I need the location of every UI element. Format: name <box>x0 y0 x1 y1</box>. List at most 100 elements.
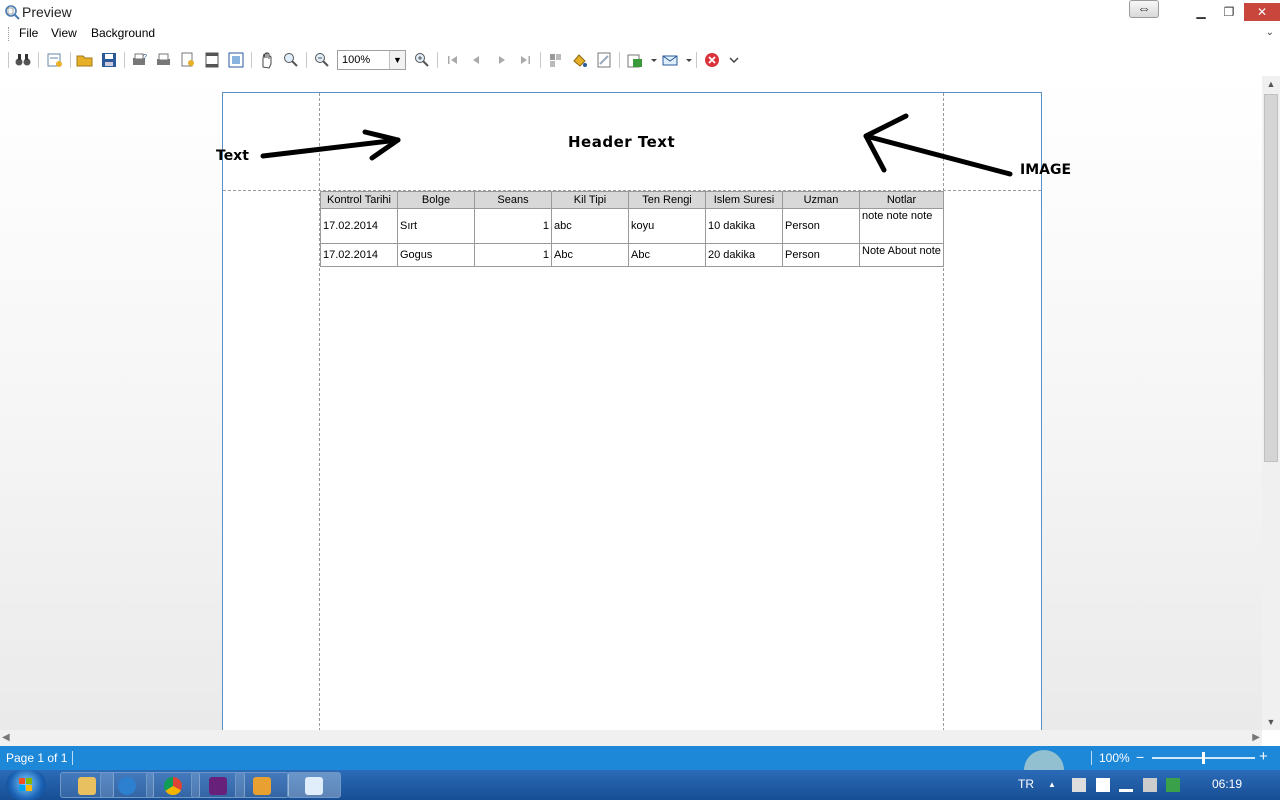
minimize-button[interactable]: ▁ <box>1188 3 1214 21</box>
chevron-down-icon[interactable]: ▼ <box>389 51 405 69</box>
taskbar: TR ▲ 06:19 <box>0 770 1280 800</box>
watermark-icon[interactable] <box>595 51 613 69</box>
email-icon[interactable] <box>661 51 679 69</box>
horizontal-scrollbar[interactable]: ◀ ▶ <box>0 730 1262 746</box>
table-cell: Abc <box>551 243 629 267</box>
chevron-down-icon[interactable]: ⌄ <box>1266 27 1274 38</box>
zoom-slider-thumb[interactable] <box>1202 752 1205 764</box>
column-header: Kontrol Tarihi <box>320 191 398 209</box>
table-cell: Abc <box>628 243 706 267</box>
table-cell: Person <box>782 208 860 244</box>
signal-icon[interactable] <box>1119 778 1133 792</box>
page-setup-icon[interactable] <box>179 51 197 69</box>
margin-guide-left <box>319 93 320 730</box>
app-icon <box>253 777 271 795</box>
table-cell: 10 dakika <box>705 208 783 244</box>
save-icon[interactable] <box>100 51 118 69</box>
volume-muted-icon[interactable] <box>1143 778 1157 792</box>
multiple-pages-icon[interactable] <box>547 51 565 69</box>
column-header: Bolge <box>397 191 475 209</box>
zoom-plus-button[interactable]: + <box>1259 748 1268 765</box>
status-separator <box>72 751 73 765</box>
close-button[interactable]: ✕ <box>1244 3 1280 21</box>
teamviewer-icon <box>118 777 136 795</box>
customize-icon[interactable] <box>46 51 64 69</box>
scroll-left-icon[interactable]: ◀ <box>2 730 10 746</box>
clock[interactable]: 06:19 <box>1212 777 1242 791</box>
export-icon[interactable] <box>626 51 644 69</box>
print-dialog-icon[interactable]: ? <box>131 51 149 69</box>
magnifier-icon[interactable] <box>282 51 300 69</box>
first-page-icon[interactable] <box>444 51 462 69</box>
preview-app-icon <box>4 4 20 20</box>
column-header: Uzman <box>782 191 860 209</box>
zoom-out-icon[interactable] <box>313 51 331 69</box>
table-header-row: Kontrol Tarihi Bolge Seans Kil Tipi Ten … <box>320 191 944 209</box>
column-header: Kil Tipi <box>551 191 629 209</box>
scroll-down-icon[interactable]: ▼ <box>1262 714 1280 730</box>
hand-tool-icon[interactable] <box>258 51 276 69</box>
print-icon[interactable] <box>155 51 173 69</box>
toolbar-separator <box>38 52 39 68</box>
column-header: Notlar <box>859 191 944 209</box>
scroll-thumb[interactable] <box>1264 94 1278 462</box>
table-cell: 17.02.2014 <box>320 243 398 267</box>
table-row: 17.02.2014 Gogus 1 Abc Abc 20 dakika Per… <box>320 243 944 267</box>
vertical-scrollbar[interactable]: ▲ ▼ <box>1262 76 1280 730</box>
table-cell: Sırt <box>397 208 475 244</box>
preview-icon <box>305 777 323 795</box>
find-icon[interactable] <box>14 51 32 69</box>
network-error-icon[interactable] <box>1072 778 1086 792</box>
last-page-icon[interactable] <box>516 51 534 69</box>
email-dropdown-icon[interactable] <box>680 51 692 69</box>
menu-background[interactable]: Background <box>91 26 155 40</box>
toolbar-separator <box>619 52 620 68</box>
margin-guide-right <box>943 93 944 730</box>
toolbar: ? 100% ▼ <box>0 46 1280 74</box>
toolbar-grip <box>8 52 9 68</box>
annotation-text-label: Text <box>216 148 249 164</box>
annotation-image-label: IMAGE <box>1020 162 1072 178</box>
menu-bar: File View Background ⌄ <box>0 24 1280 44</box>
report-header-text: Header Text <box>568 133 676 151</box>
report-page: Header Text Kontrol Tarihi Bolge Seans K… <box>222 92 1042 730</box>
zoom-percent: 100% <box>1099 751 1130 765</box>
table-cell: 20 dakika <box>705 243 783 267</box>
zoom-minus-button[interactable]: − <box>1136 749 1144 765</box>
background-color-icon[interactable] <box>571 51 589 69</box>
device-icon[interactable] <box>1096 778 1110 792</box>
table-cell: Note About note <box>859 243 944 267</box>
menu-file[interactable]: File <box>19 26 38 40</box>
title-bar: Preview ⇔ ▁ ❐ ✕ <box>0 0 1280 24</box>
previous-page-icon[interactable] <box>468 51 486 69</box>
open-folder-icon[interactable] <box>76 51 94 69</box>
toolbar-separator <box>696 52 697 68</box>
table-row: 17.02.2014 Sırt 1 abc koyu 10 dakika Per… <box>320 208 944 244</box>
scale-icon[interactable] <box>227 51 245 69</box>
restore-handle-icon[interactable]: ⇔ <box>1129 0 1159 18</box>
google-drive-icon[interactable] <box>1166 778 1180 792</box>
scroll-up-icon[interactable]: ▲ <box>1262 76 1280 92</box>
language-indicator[interactable]: TR <box>1018 777 1034 791</box>
chevron-down-icon[interactable] <box>725 51 739 69</box>
zoom-in-icon[interactable] <box>413 51 431 69</box>
table-cell: 1 <box>474 243 552 267</box>
scroll-right-icon[interactable]: ▶ <box>1252 730 1260 746</box>
menu-view[interactable]: View <box>51 26 77 40</box>
taskbar-app[interactable] <box>235 772 289 798</box>
toolbar-separator <box>437 52 438 68</box>
header-footer-icon[interactable] <box>203 51 221 69</box>
close-preview-icon[interactable] <box>703 51 721 69</box>
maximize-button[interactable]: ❐ <box>1216 3 1242 21</box>
preview-area[interactable]: Header Text Kontrol Tarihi Bolge Seans K… <box>0 76 1262 730</box>
toolbar-separator <box>540 52 541 68</box>
zoom-select[interactable]: 100% ▼ <box>337 50 406 70</box>
toolbar-separator <box>124 52 125 68</box>
page-info: Page 1 of 1 <box>6 751 68 765</box>
export-dropdown-icon[interactable] <box>645 51 657 69</box>
start-button[interactable] <box>6 770 46 800</box>
taskbar-preview[interactable] <box>287 772 341 798</box>
table-cell: abc <box>551 208 629 244</box>
next-page-icon[interactable] <box>492 51 510 69</box>
tray-expand-icon[interactable]: ▲ <box>1048 780 1056 789</box>
